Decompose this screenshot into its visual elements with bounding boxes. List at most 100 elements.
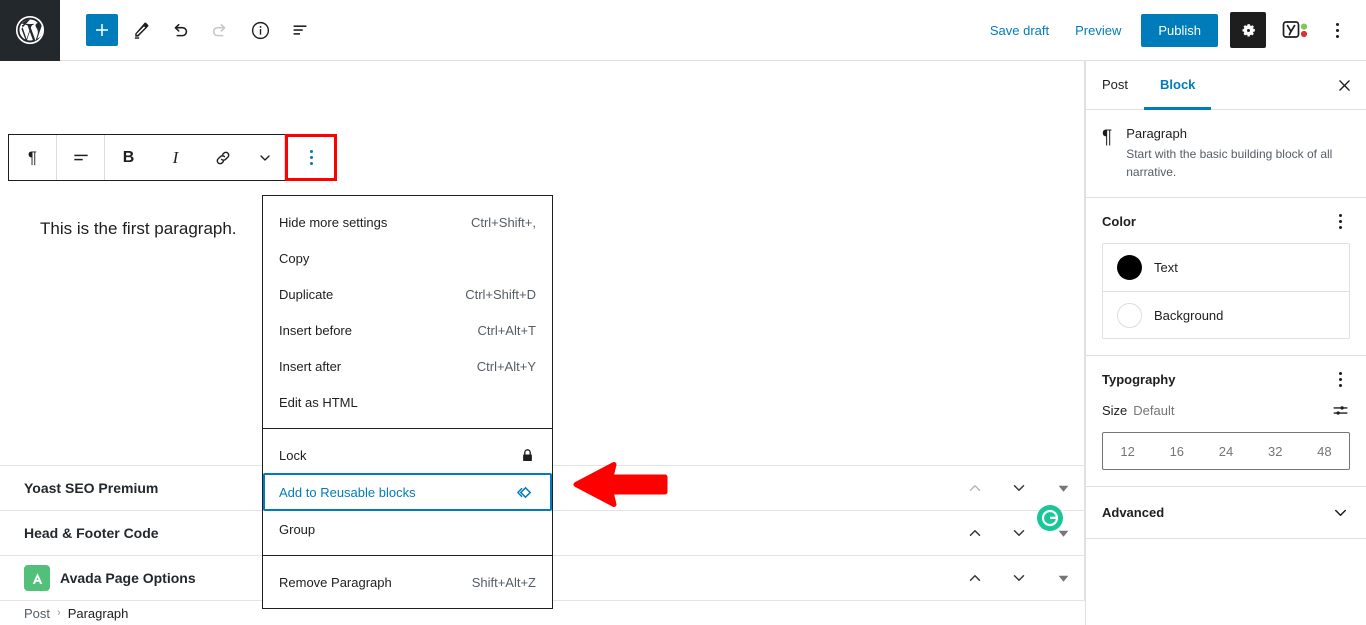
tab-post[interactable]: Post [1086, 61, 1144, 110]
toggle-panel-button[interactable] [1041, 466, 1085, 510]
link-button[interactable] [199, 135, 246, 180]
color-row-label: Background [1154, 307, 1224, 323]
block-type-button[interactable]: ¶ [9, 135, 56, 180]
menu-item-add-to-reusable-blocks[interactable]: Add to Reusable blocks [263, 473, 552, 511]
triangle-down-icon [1058, 485, 1068, 492]
metabox-controls [953, 556, 1085, 600]
menu-item-label: Edit as HTML [279, 394, 358, 410]
font-size-24[interactable]: 24 [1201, 433, 1250, 469]
metabox-controls [953, 466, 1085, 510]
move-down-button[interactable] [997, 466, 1041, 510]
edit-tool-button[interactable] [122, 12, 158, 48]
block-description: Start with the basic building block of a… [1126, 147, 1333, 179]
tab-block[interactable]: Block [1144, 61, 1212, 110]
formatting-group: B I [104, 135, 284, 180]
menu-item-copy[interactable]: Copy [263, 240, 552, 276]
move-up-button[interactable] [953, 466, 997, 510]
top-bar-right-actions: Save draft Preview Publish [978, 12, 1366, 48]
kebab-menu-icon [1335, 22, 1339, 38]
font-size-48[interactable]: 48 [1300, 433, 1349, 469]
pencil-icon [134, 22, 148, 39]
avada-logo-icon [24, 565, 50, 591]
typography-panel: Typography Size Default 12 16 24 32 48 [1086, 356, 1366, 487]
wordpress-block-editor: Save draft Preview Publish ¶ B I This is… [0, 0, 1366, 625]
advanced-panel-title: Advanced [1102, 505, 1165, 520]
toggle-panel-button[interactable] [1041, 556, 1085, 600]
font-size-row: Size Default [1102, 401, 1350, 420]
menu-item-duplicate[interactable]: Duplicate Ctrl+Shift+D [263, 276, 552, 312]
menu-item-label: Add to Reusable blocks [279, 484, 416, 500]
plus-icon [96, 24, 108, 36]
sidebar-tabs: Post Block [1086, 61, 1366, 110]
font-size-settings-button[interactable] [1331, 401, 1350, 420]
menu-item-hide-more-settings[interactable]: Hide more settings Ctrl+Shift+, [263, 204, 552, 240]
link-icon [216, 151, 229, 164]
triangle-down-icon [1058, 575, 1068, 582]
red-left-arrow-annotation [570, 457, 670, 514]
color-row-text[interactable]: Text [1103, 244, 1349, 291]
settings-button[interactable] [1230, 12, 1266, 48]
move-up-button[interactable] [953, 556, 997, 600]
triangle-down-icon [1058, 530, 1068, 537]
redo-button[interactable] [202, 12, 238, 48]
color-panel-options-button[interactable] [1330, 214, 1350, 229]
italic-button[interactable]: I [152, 135, 199, 180]
reusable-block-icon [515, 482, 536, 503]
advanced-panel-toggle[interactable]: Advanced [1086, 487, 1366, 539]
color-row-background[interactable]: Background [1103, 291, 1349, 338]
font-size-32[interactable]: 32 [1251, 433, 1300, 469]
editor-top-bar: Save draft Preview Publish [0, 0, 1366, 61]
publish-button[interactable]: Publish [1141, 13, 1218, 47]
menu-item-label: Insert before [279, 322, 352, 338]
typography-panel-header: Typography [1102, 372, 1350, 387]
color-options-list: Text Background [1102, 243, 1350, 339]
metabox-title: Yoast SEO Premium [24, 480, 159, 496]
list-view-button[interactable] [282, 12, 318, 48]
preview-button[interactable]: Preview [1063, 15, 1133, 46]
align-text-button[interactable] [57, 135, 104, 180]
dropdown-section-remove: Remove Paragraph Shift+Alt+Z [263, 555, 552, 608]
menu-item-lock[interactable]: Lock [263, 437, 552, 473]
chevron-up-icon [969, 530, 981, 536]
menu-item-insert-after[interactable]: Insert after Ctrl+Alt+Y [263, 348, 552, 384]
save-draft-button[interactable]: Save draft [978, 15, 1061, 46]
move-up-button[interactable] [953, 511, 997, 555]
chevron-down-icon [260, 154, 270, 161]
more-rich-text-button[interactable] [246, 135, 284, 180]
chevron-up-icon [969, 575, 981, 581]
menu-item-insert-before[interactable]: Insert before Ctrl+Alt+T [263, 312, 552, 348]
menu-item-edit-as-html[interactable]: Edit as HTML [263, 384, 552, 420]
typography-panel-options-button[interactable] [1330, 372, 1350, 387]
more-options-button[interactable] [1322, 12, 1352, 48]
close-sidebar-button[interactable] [1322, 61, 1366, 109]
green-circle-icon [1037, 505, 1063, 531]
move-down-button[interactable] [997, 511, 1041, 555]
paragraph-block-text[interactable]: This is the first paragraph. [40, 219, 237, 239]
add-block-button[interactable] [86, 14, 118, 46]
menu-item-remove-paragraph[interactable]: Remove Paragraph Shift+Alt+Z [263, 564, 552, 600]
block-options-button[interactable] [288, 137, 334, 178]
list-view-icon [293, 25, 307, 35]
font-size-16[interactable]: 16 [1152, 433, 1201, 469]
chevron-down-icon [1013, 485, 1025, 491]
menu-item-group[interactable]: Group [263, 511, 552, 547]
menu-item-shortcut: Ctrl+Alt+T [477, 322, 536, 338]
menu-item-shortcut: Ctrl+Shift+, [470, 214, 536, 230]
breadcrumb-item-post[interactable]: Post [24, 606, 50, 621]
dropdown-section-block-actions: Lock Add to Reusable blocks Group [263, 428, 552, 555]
undo-button[interactable] [162, 12, 198, 48]
sidebar-block-info: ¶ Paragraph Start with the basic buildin… [1086, 110, 1366, 198]
wordpress-logo-icon[interactable] [0, 0, 60, 61]
bold-button[interactable]: B [105, 135, 152, 180]
italic-icon: I [172, 147, 179, 167]
metabox-title: Avada Page Options [24, 565, 196, 591]
menu-item-shortcut: Ctrl+Alt+Y [476, 358, 536, 374]
move-down-button[interactable] [997, 556, 1041, 600]
undo-arrow-icon [174, 23, 188, 37]
dropdown-section-general: Hide more settings Ctrl+Shift+, Copy Dup… [263, 196, 552, 428]
yoast-seo-button[interactable] [1276, 12, 1316, 48]
font-size-12[interactable]: 12 [1103, 433, 1152, 469]
background-color-swatch [1117, 302, 1142, 328]
details-button[interactable] [242, 12, 278, 48]
breadcrumb-item-paragraph[interactable]: Paragraph [68, 606, 129, 621]
